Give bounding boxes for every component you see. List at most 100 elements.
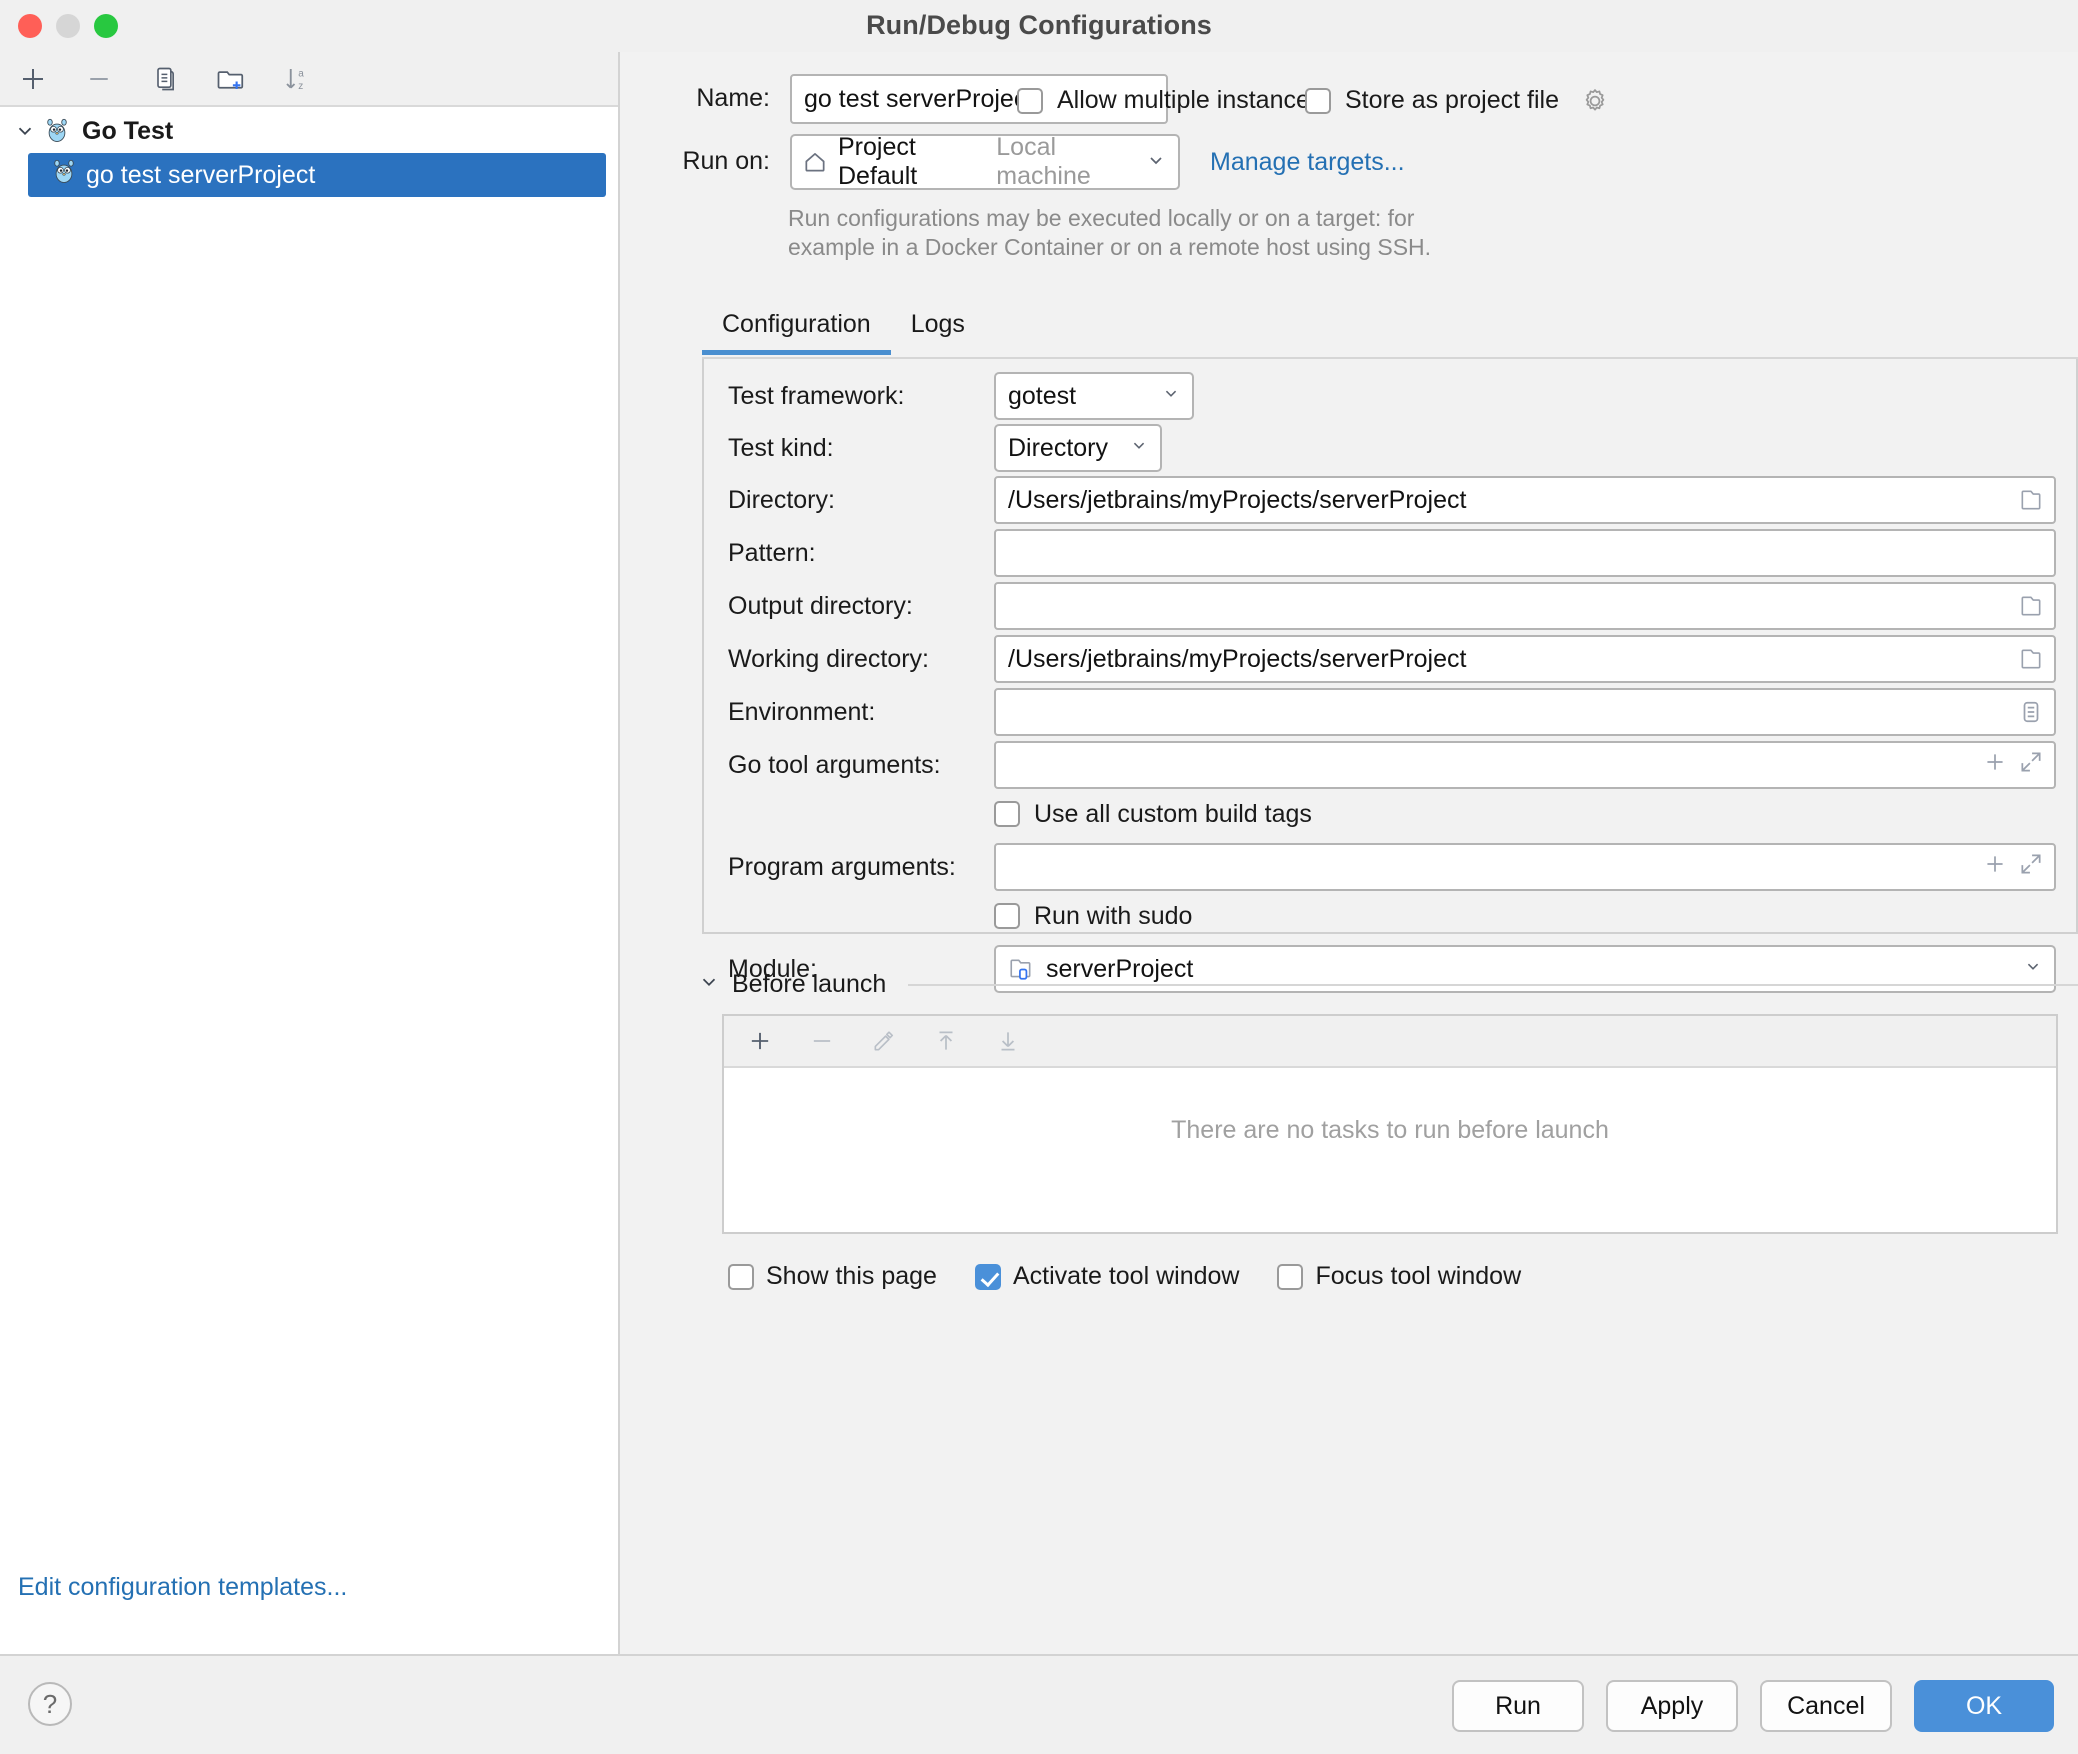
gear-icon[interactable]	[1581, 87, 1609, 115]
activate-tool-window-checkbox[interactable]: Activate tool window	[975, 1262, 1240, 1291]
configurations-tree: Go Test go test serverProject	[0, 109, 618, 1654]
dialog-button-group: Run Apply Cancel OK	[1452, 1680, 2054, 1732]
ok-button[interactable]: OK	[1914, 1680, 2054, 1732]
before-launch-tasks-panel: There are no tasks to run before launch	[722, 1014, 2058, 1234]
checkbox-box[interactable]	[1305, 88, 1331, 114]
plus-icon[interactable]	[1982, 749, 2008, 782]
run-on-row: Run on: Project Default Local machine Ma…	[622, 134, 2078, 190]
tree-group-go-test[interactable]: Go Test	[0, 109, 618, 153]
edit-configuration-templates-link[interactable]: Edit configuration templates...	[18, 1573, 347, 1602]
test-kind-combobox[interactable]: Directory	[994, 424, 1162, 472]
go-tool-arguments-input[interactable]	[994, 741, 2056, 789]
apply-button[interactable]: Apply	[1606, 1680, 1738, 1732]
add-configuration-button[interactable]	[10, 57, 56, 101]
pattern-input[interactable]	[994, 529, 2056, 577]
output-directory-input[interactable]	[994, 582, 2056, 630]
name-label: Name:	[622, 84, 770, 113]
folder-icon[interactable]	[2018, 487, 2044, 513]
store-as-project-file-label: Store as project file	[1345, 86, 1559, 115]
editor-tabs: Configuration Logs	[702, 310, 2078, 360]
edit-task-button[interactable]	[864, 1021, 904, 1061]
focus-tool-window-label: Focus tool window	[1315, 1262, 1521, 1291]
before-launch-options: Show this page Activate tool window Focu…	[728, 1262, 1535, 1291]
remove-task-button[interactable]	[802, 1021, 842, 1061]
test-framework-combobox[interactable]: gotest	[994, 372, 1194, 420]
store-as-project-file-checkbox[interactable]: Store as project file	[1305, 86, 1609, 115]
checkbox-box[interactable]	[1277, 1264, 1303, 1290]
environment-list-icon[interactable]	[2018, 699, 2044, 725]
checkbox-box[interactable]	[994, 903, 1020, 929]
program-arguments-input[interactable]	[994, 843, 2056, 891]
move-task-down-button[interactable]	[988, 1021, 1028, 1061]
show-this-page-checkbox[interactable]: Show this page	[728, 1262, 937, 1291]
sort-configurations-button[interactable]: a z	[274, 57, 320, 101]
new-folder-button[interactable]	[208, 57, 254, 101]
environment-input[interactable]	[994, 688, 2056, 736]
test-framework-label: Test framework:	[704, 382, 994, 411]
checkbox-box[interactable]	[1017, 88, 1043, 114]
move-task-up-button[interactable]	[926, 1021, 966, 1061]
expand-icon[interactable]	[2018, 851, 2044, 884]
before-launch-toolbar	[724, 1016, 2056, 1068]
tab-logs[interactable]: Logs	[891, 310, 985, 355]
working-directory-input[interactable]: /Users/jetbrains/myProjects/serverProjec…	[994, 635, 2056, 683]
output-directory-row: Output directory:	[704, 577, 2078, 635]
directory-input[interactable]: /Users/jetbrains/myProjects/serverProjec…	[994, 476, 2056, 524]
run-with-sudo-row: Run with sudo	[704, 893, 2078, 939]
folder-icon[interactable]	[2018, 646, 2044, 672]
run-with-sudo-label: Run with sudo	[1034, 902, 1192, 931]
test-kind-value: Directory	[1008, 434, 1108, 463]
checkbox-box[interactable]	[728, 1264, 754, 1290]
chevron-down-icon[interactable]	[698, 971, 720, 998]
tree-group-label: Go Test	[82, 117, 173, 146]
svg-text:z: z	[298, 81, 303, 92]
copy-configuration-button[interactable]	[142, 57, 188, 101]
focus-tool-window-checkbox[interactable]: Focus tool window	[1277, 1262, 1521, 1291]
test-framework-row: Test framework: gotest	[704, 367, 2078, 425]
home-icon	[802, 149, 828, 175]
test-kind-label: Test kind:	[704, 434, 994, 463]
manage-targets-link[interactable]: Manage targets...	[1210, 148, 1405, 177]
help-button[interactable]: ?	[28, 1682, 72, 1726]
run-with-sudo-checkbox[interactable]: Run with sudo	[994, 902, 1192, 931]
plus-icon[interactable]	[1982, 851, 2008, 884]
run-on-secondary-text: Local machine	[996, 133, 1144, 191]
before-launch-title: Before launch	[732, 970, 886, 999]
run-on-target-combobox[interactable]: Project Default Local machine	[790, 134, 1180, 190]
pattern-label: Pattern:	[704, 539, 994, 568]
chevron-down-icon[interactable]	[1112, 434, 1150, 463]
tab-configuration[interactable]: Configuration	[702, 310, 891, 355]
question-mark-icon: ?	[43, 1689, 57, 1720]
run-button[interactable]: Run	[1452, 1680, 1584, 1732]
show-this-page-label: Show this page	[766, 1262, 937, 1291]
chevron-down-icon[interactable]	[1144, 148, 1168, 177]
directory-value: /Users/jetbrains/myProjects/serverProjec…	[1008, 486, 2010, 515]
expand-icon[interactable]	[2018, 749, 2044, 782]
configurations-sidebar: a z	[0, 52, 620, 1654]
checkbox-box[interactable]	[994, 801, 1020, 827]
test-kind-row: Test kind: Directory	[704, 419, 2078, 477]
go-tool-arguments-row: Go tool arguments:	[704, 736, 2078, 794]
go-gopher-icon	[50, 158, 78, 193]
program-arguments-row: Program arguments:	[704, 838, 2078, 896]
go-gopher-icon	[40, 116, 74, 146]
chevron-down-icon[interactable]	[1144, 382, 1182, 411]
add-task-button[interactable]	[740, 1021, 780, 1061]
sidebar-toolbar: a z	[0, 52, 618, 107]
cancel-button[interactable]: Cancel	[1760, 1680, 1892, 1732]
test-framework-value: gotest	[1008, 382, 1076, 411]
checkbox-box[interactable]	[975, 1264, 1001, 1290]
chevron-down-icon[interactable]	[10, 120, 40, 142]
directory-row: Directory: /Users/jetbrains/myProjects/s…	[704, 471, 2078, 529]
go-tool-arguments-label: Go tool arguments:	[704, 751, 994, 780]
remove-configuration-button[interactable]	[76, 57, 122, 101]
before-launch-header[interactable]: Before launch	[698, 970, 2078, 999]
svg-text:a: a	[298, 68, 304, 79]
run-on-hint-text: Run configurations may be executed local…	[788, 204, 1588, 263]
allow-multiple-instances-checkbox[interactable]: Allow multiple instances	[1017, 86, 1322, 115]
folder-icon[interactable]	[2018, 593, 2044, 619]
tree-item-go-test-serverproject[interactable]: go test serverProject	[28, 153, 606, 197]
use-all-custom-build-tags-checkbox[interactable]: Use all custom build tags	[994, 800, 1312, 829]
environment-label: Environment:	[704, 698, 994, 727]
name-row: Name: Allow multiple instances Store as …	[622, 74, 2078, 124]
